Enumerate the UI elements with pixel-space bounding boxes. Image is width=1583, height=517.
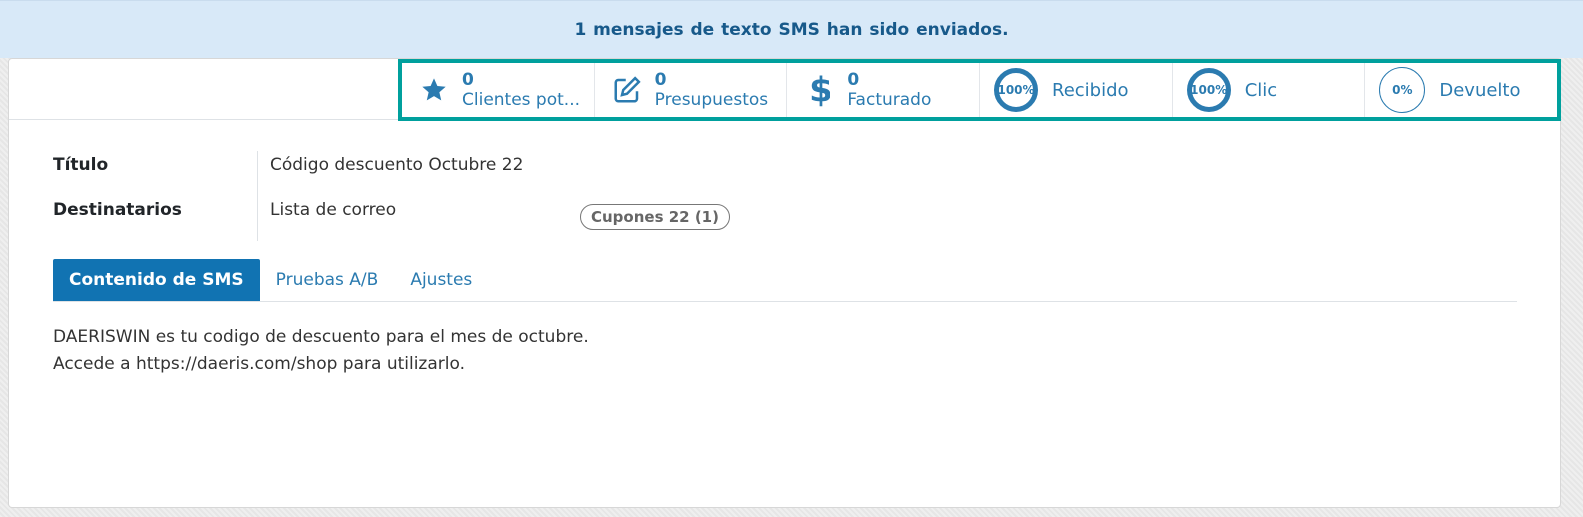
stat-label: Presupuestos [654,90,769,110]
recipients-field[interactable]: Lista de correo [258,196,396,220]
title-field[interactable]: Código descuento Octubre 22 [258,151,523,175]
stat-buttons-highlight: 0 Clientes pot... 0 Presupuestos $ 0 Fac… [398,59,1561,121]
sms-body[interactable]: DAERISWIN es tu codigo de descuento para… [53,324,589,378]
clicked-gauge: 100% [1186,68,1231,112]
sms-body-line: DAERISWIN es tu codigo de descuento para… [53,327,589,347]
bounced-gauge: 0% [1379,67,1426,113]
gauge-label: Devuelto [1439,79,1521,101]
stat-button-invoiced[interactable]: $ 0 Facturado [787,63,981,117]
received-gauge: 100% [994,68,1039,112]
dollar-icon: $ [801,72,837,108]
stat-button-clicked[interactable]: 100% Clic [1173,63,1366,117]
form-fields: Título Código descuento Octubre 22 Desti… [53,151,523,241]
edit-icon [609,72,645,108]
tab-settings[interactable]: Ajustes [394,259,488,301]
recipients-label: Destinatarios [53,200,182,220]
sms-body-line: Accede a https://daeris.com/shop para ut… [53,354,465,374]
tab-sms-content[interactable]: Contenido de SMS [53,259,260,301]
star-icon [416,72,452,108]
stat-button-received[interactable]: 100% Recibido [980,63,1173,117]
recipients-row: Destinatarios Lista de correo [53,196,523,241]
banner-message: 1 mensajes de texto SMS han sido enviado… [574,19,1009,40]
title-row: Título Código descuento Octubre 22 [53,151,523,196]
stat-label: Facturado [847,90,932,110]
gauge-label: Clic [1244,79,1278,101]
stat-button-bounced[interactable]: 0% Devuelto [1365,63,1557,117]
mailing-list-tag[interactable]: Cupones 22 (1) [580,204,730,230]
svg-text:$: $ [809,73,830,107]
stat-button-quotations[interactable]: 0 Presupuestos [595,63,788,117]
title-label: Título [53,155,109,175]
stat-button-leads[interactable]: 0 Clientes pot... [402,63,595,117]
form-sheet: 0 Clientes pot... 0 Presupuestos $ 0 Fac… [8,58,1562,508]
stat-value: 0 [654,70,667,90]
sms-sent-banner: 1 mensajes de texto SMS han sido enviado… [0,0,1583,58]
gauge-label: Recibido [1052,79,1129,101]
notebook-tabs: Contenido de SMS Pruebas A/B Ajustes [53,256,1517,302]
stat-value: 0 [847,70,860,90]
tab-ab-testing[interactable]: Pruebas A/B [260,259,395,301]
stat-label: Clientes pot... [462,90,581,110]
stat-value: 0 [462,70,474,90]
